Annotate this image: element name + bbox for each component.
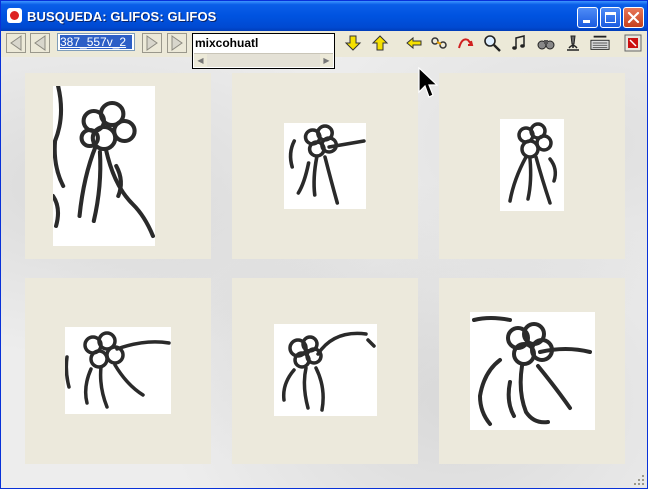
glyph-cell-2[interactable]: [232, 73, 418, 259]
app-icon[interactable]: [7, 8, 22, 23]
app-window: BUSQUEDA: GLIFOS: GLIFOS 387_557v_2 mixc…: [0, 0, 648, 489]
exit-icon[interactable]: [623, 33, 643, 53]
glyph-cell-6[interactable]: [439, 278, 625, 464]
scroll-right-icon[interactable]: ▶: [320, 54, 333, 67]
glyph-image-1[interactable]: [53, 86, 155, 246]
binoculars-icon[interactable]: [536, 33, 556, 53]
maximize-icon: [605, 12, 616, 23]
glyph-cell-5[interactable]: [232, 278, 418, 464]
return-arrow-icon[interactable]: [456, 33, 476, 53]
glyph-image-2[interactable]: [284, 123, 366, 209]
music-notes-icon[interactable]: [509, 33, 529, 53]
title-bar[interactable]: BUSQUEDA: GLIFOS: GLIFOS: [1, 1, 647, 31]
glyph-image-3[interactable]: [500, 119, 564, 211]
search-scrollbar[interactable]: ◀ ▶: [194, 53, 333, 67]
arrow-down-icon[interactable]: [343, 33, 363, 53]
toolbar: 387_557v_2 mixcohuatl ◀ ▶: [1, 31, 647, 69]
glyph-image-6[interactable]: [470, 312, 595, 430]
magnifier-icon[interactable]: [482, 33, 502, 53]
minimize-icon: [583, 20, 590, 23]
prev-record-icon[interactable]: [30, 33, 50, 53]
back-arrow-icon[interactable]: [404, 33, 424, 53]
arrow-up-icon[interactable]: [370, 33, 390, 53]
record-id-field[interactable]: 387_557v_2: [57, 33, 135, 51]
window-title: BUSQUEDA: GLIFOS: GLIFOS: [27, 9, 217, 24]
glyph-image-4[interactable]: [65, 327, 171, 414]
glyph-cell-4[interactable]: [25, 278, 211, 464]
close-icon: [627, 11, 640, 24]
glyph-cell-3[interactable]: [439, 73, 625, 259]
search-input[interactable]: mixcohuatl ◀ ▶: [192, 33, 335, 69]
next-record-icon[interactable]: [142, 33, 162, 53]
first-record-icon[interactable]: [6, 33, 26, 53]
microscope-icon[interactable]: [563, 33, 583, 53]
keyboard-icon[interactable]: [590, 33, 610, 53]
close-button[interactable]: [623, 7, 644, 28]
mouse-cursor-icon: [418, 67, 438, 98]
glyph-cell-1[interactable]: [25, 73, 211, 259]
glyph-image-5[interactable]: [274, 324, 377, 416]
link-icon[interactable]: [429, 33, 449, 53]
glyph-results-grid: [1, 57, 647, 488]
minimize-button[interactable]: [577, 7, 598, 28]
last-record-icon[interactable]: [167, 33, 187, 53]
scroll-left-icon[interactable]: ◀: [194, 54, 207, 67]
maximize-button[interactable]: [600, 7, 621, 28]
resize-grip-icon[interactable]: [633, 474, 645, 486]
